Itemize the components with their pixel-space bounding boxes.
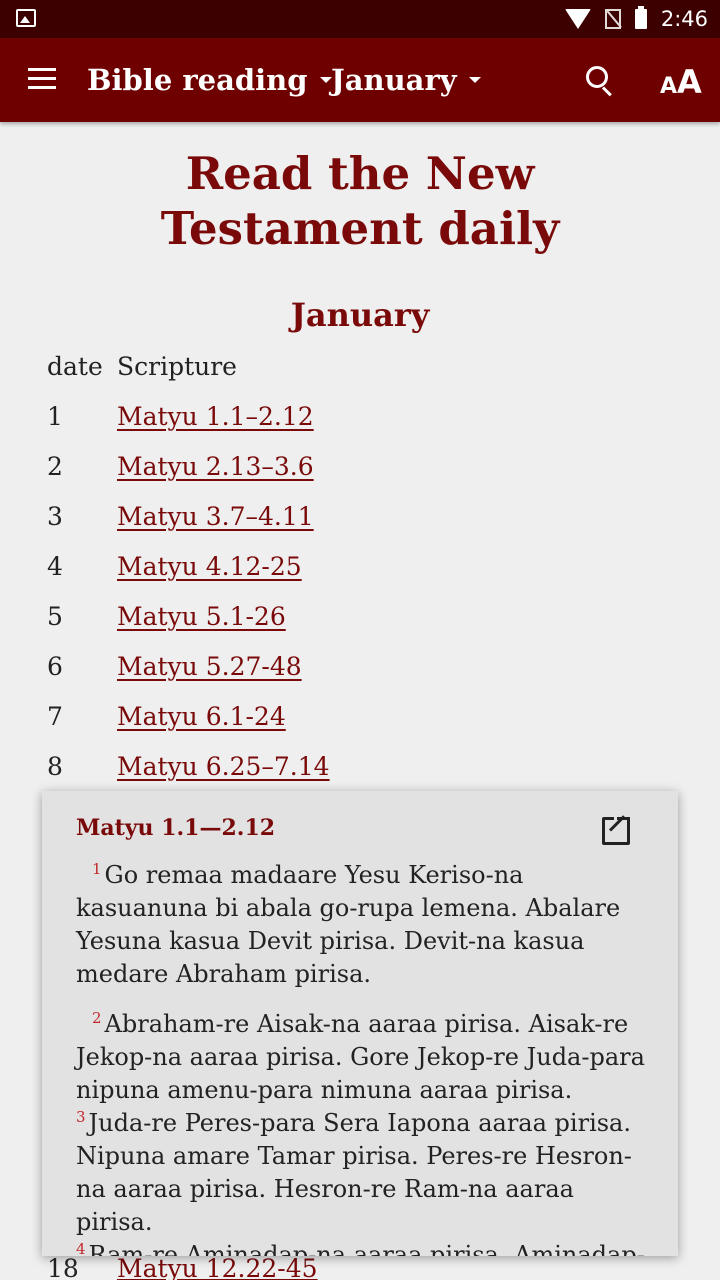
wifi-icon bbox=[564, 9, 591, 29]
status-bar: 2:46 bbox=[0, 0, 720, 38]
scripture-link[interactable]: Matyu 1.1–2.12 bbox=[117, 402, 314, 431]
table-row: 3 Matyu 3.7–4.11 bbox=[0, 502, 720, 552]
verse-number: 3 bbox=[76, 1108, 86, 1126]
table-row: 18 Matyu 12.22-45 bbox=[0, 1254, 720, 1280]
chevron-down-icon bbox=[319, 77, 332, 83]
row-date: 6 bbox=[47, 652, 63, 681]
table-row: 6 Matyu 5.27-48 bbox=[0, 652, 720, 702]
scripture-link[interactable]: Matyu 2.13–3.6 bbox=[117, 452, 314, 481]
app-bar: Bible reading January AA bbox=[0, 38, 720, 122]
month-dropdown[interactable]: January bbox=[331, 38, 481, 122]
row-date: 7 bbox=[47, 702, 63, 731]
image-notification-icon bbox=[16, 9, 36, 27]
verse-text: Juda-re Peres-para Sera Iapona aaraa pir… bbox=[76, 1109, 632, 1236]
popup-text: 1 Go remaa madaare Yesu Keriso-na kasuanu… bbox=[76, 859, 646, 1256]
page-title: Read the New Testament daily bbox=[160, 147, 560, 255]
row-date: 1 bbox=[47, 402, 63, 431]
row-date: 4 bbox=[47, 552, 63, 581]
verse-number: 4 bbox=[76, 1240, 86, 1256]
month-dropdown-label: January bbox=[331, 63, 457, 97]
menu-icon[interactable] bbox=[28, 68, 56, 90]
scripture-link[interactable]: Matyu 5.27-48 bbox=[117, 652, 302, 681]
table-row: 1 Matyu 1.1–2.12 bbox=[0, 402, 720, 452]
scripture-link[interactable]: Matyu 4.12-25 bbox=[117, 552, 302, 581]
verse-number: 2 bbox=[92, 1009, 102, 1027]
book-dropdown[interactable]: Bible reading bbox=[87, 38, 332, 122]
month-heading: January bbox=[290, 296, 430, 334]
table-row: 2 Matyu 2.13–3.6 bbox=[0, 452, 720, 502]
row-date: 2 bbox=[47, 452, 63, 481]
table-row: 5 Matyu 5.1-26 bbox=[0, 602, 720, 652]
date-column-header: date bbox=[47, 352, 103, 381]
battery-icon bbox=[634, 6, 647, 29]
verse-text: Abraham-re Aisak-na aaraa pirisa. Aisak-… bbox=[76, 1010, 645, 1104]
verse-paragraph: 2 Abraham-re Aisak-na aaraa pirisa. Aisak… bbox=[76, 1008, 646, 1256]
row-date: 8 bbox=[47, 752, 63, 781]
status-time: 2:46 bbox=[660, 7, 708, 31]
verse-text: Go remaa madaare Yesu Keriso-na kasuanun… bbox=[76, 861, 621, 988]
no-sim-icon bbox=[604, 9, 621, 29]
scripture-link[interactable]: Matyu 12.22-45 bbox=[117, 1254, 318, 1280]
scripture-link[interactable]: Matyu 6.1-24 bbox=[117, 702, 286, 731]
table-row: 4 Matyu 4.12-25 bbox=[0, 552, 720, 602]
open-external-icon[interactable] bbox=[602, 814, 634, 845]
book-dropdown-label: Bible reading bbox=[87, 63, 308, 97]
chevron-down-icon bbox=[468, 77, 481, 83]
row-date: 3 bbox=[47, 502, 63, 531]
scripture-link[interactable]: Matyu 5.1-26 bbox=[117, 602, 286, 631]
verse-text: Ram-re Aminadap-na aaraa pirisa. Aminada… bbox=[88, 1241, 645, 1256]
scripture-column-header: Scripture bbox=[117, 352, 237, 381]
scripture-preview-popup[interactable]: Matyu 1.1—2.12 1 Go remaa madaare Yesu Ke… bbox=[42, 791, 678, 1256]
verse-paragraph: 1 Go remaa madaare Yesu Keriso-na kasuanu… bbox=[76, 859, 646, 991]
table-row: 7 Matyu 6.1-24 bbox=[0, 702, 720, 752]
popup-title: Matyu 1.1—2.12 bbox=[76, 815, 276, 841]
row-date: 5 bbox=[47, 602, 63, 631]
scripture-link[interactable]: Matyu 6.25–7.14 bbox=[117, 752, 330, 781]
search-icon[interactable] bbox=[586, 66, 614, 97]
text-size-icon[interactable]: AA bbox=[660, 62, 702, 98]
scripture-link[interactable]: Matyu 3.7–4.11 bbox=[117, 502, 314, 531]
row-date: 18 bbox=[47, 1254, 79, 1280]
verse-number: 1 bbox=[92, 860, 102, 878]
